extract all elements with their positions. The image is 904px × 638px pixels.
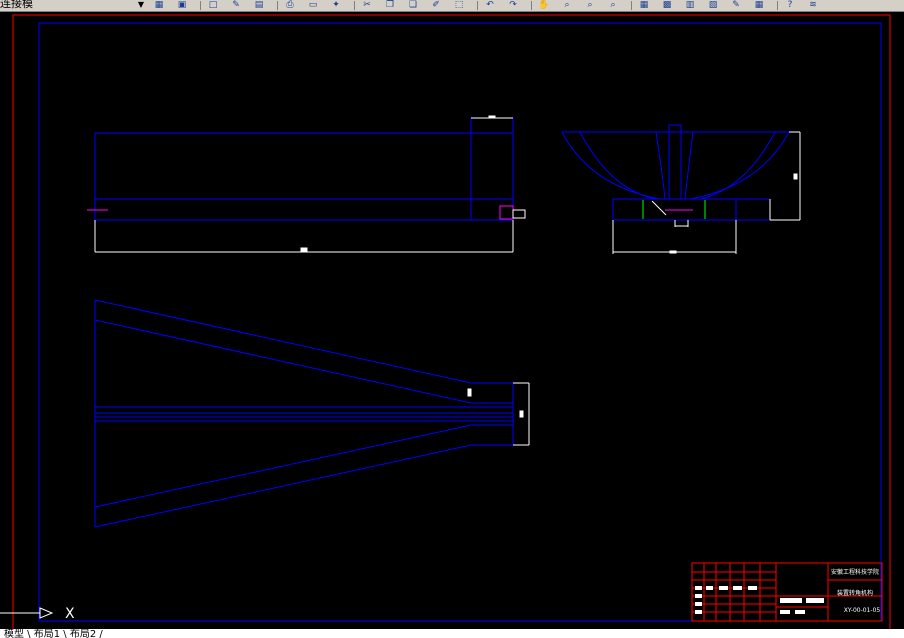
open-icon[interactable]: ✎ (229, 0, 243, 10)
layout-tabs-bar[interactable]: 模型 \ 布局1 \ 布局2 / (0, 629, 904, 638)
front-view-dimensions (94, 115, 526, 253)
zoom-window-icon[interactable]: ⌕ (583, 0, 597, 10)
top-view (94, 299, 514, 528)
zoom-previous-icon[interactable]: ⌕ (606, 0, 620, 10)
block-editor-icon[interactable]: ⬚ (452, 0, 466, 10)
print-icon[interactable]: ⎙ (283, 0, 297, 10)
new-icon[interactable]: □ (206, 0, 220, 10)
chevron-down-icon[interactable]: ▼ (136, 0, 146, 10)
publish-icon[interactable]: ✦ (329, 0, 343, 10)
ucs-x-label: X (65, 606, 75, 622)
redo-icon[interactable]: ↷ (506, 0, 520, 10)
side-view-dimensions (612, 131, 801, 254)
paste-icon[interactable]: ❏ (406, 0, 420, 10)
ucs-icon (0, 607, 54, 619)
tool-palettes-icon[interactable]: ▥ (683, 0, 697, 10)
markup-icon[interactable]: ✎ (729, 0, 743, 10)
pan-icon[interactable]: ✋ (537, 0, 551, 10)
layer-manager-icon[interactable]: ▦ (152, 0, 166, 10)
toolbar-separator (354, 1, 355, 10)
toolbar-separator (531, 1, 532, 10)
title-block-drawing-number: XY-00-01-05 (844, 607, 881, 614)
sheet-set-icon[interactable]: ▧ (706, 0, 720, 10)
quickcalc-icon[interactable]: ▦ (752, 0, 766, 10)
sheet-frame (38, 22, 882, 622)
toolbar-separator (200, 1, 201, 10)
undo-icon[interactable]: ↶ (483, 0, 497, 10)
drawing-canvas[interactable]: 安徽工程科技学院 装置转角机构 XY-00-01-05 X (0, 11, 904, 629)
toolbar-separator (477, 1, 478, 10)
toolbar-separator (777, 1, 778, 10)
title-block-school: 安徽工程科技学院 (831, 568, 879, 576)
sheet-outer-border (12, 14, 891, 629)
front-view (87, 117, 514, 221)
cut-icon[interactable]: ✂ (360, 0, 374, 10)
layer-prev-icon[interactable]: ▣ (175, 0, 189, 10)
top-view-dimensions (467, 382, 530, 446)
toolbar-separator (277, 1, 278, 10)
match-properties-icon[interactable]: ✐ (429, 0, 443, 10)
layout-tabs[interactable]: 模型 \ 布局1 \ 布局2 / (4, 629, 103, 638)
design-center-icon[interactable]: ▩ (660, 0, 674, 10)
layers-icon[interactable]: ≋ (806, 0, 820, 10)
help-icon[interactable]: ? (783, 0, 797, 10)
properties-icon[interactable]: ▦ (637, 0, 651, 10)
save-icon[interactable]: ▤ (252, 0, 266, 10)
copy-icon[interactable]: ❐ (383, 0, 397, 10)
plot-preview-icon[interactable]: ▭ (306, 0, 320, 10)
zoom-realtime-icon[interactable]: ⌕ (560, 0, 574, 10)
title-block-drawing-name: 装置转角机构 (837, 589, 873, 597)
side-view (561, 124, 790, 221)
layer-combo-value[interactable]: 连接模 (0, 0, 33, 10)
toolbar-separator (631, 1, 632, 10)
